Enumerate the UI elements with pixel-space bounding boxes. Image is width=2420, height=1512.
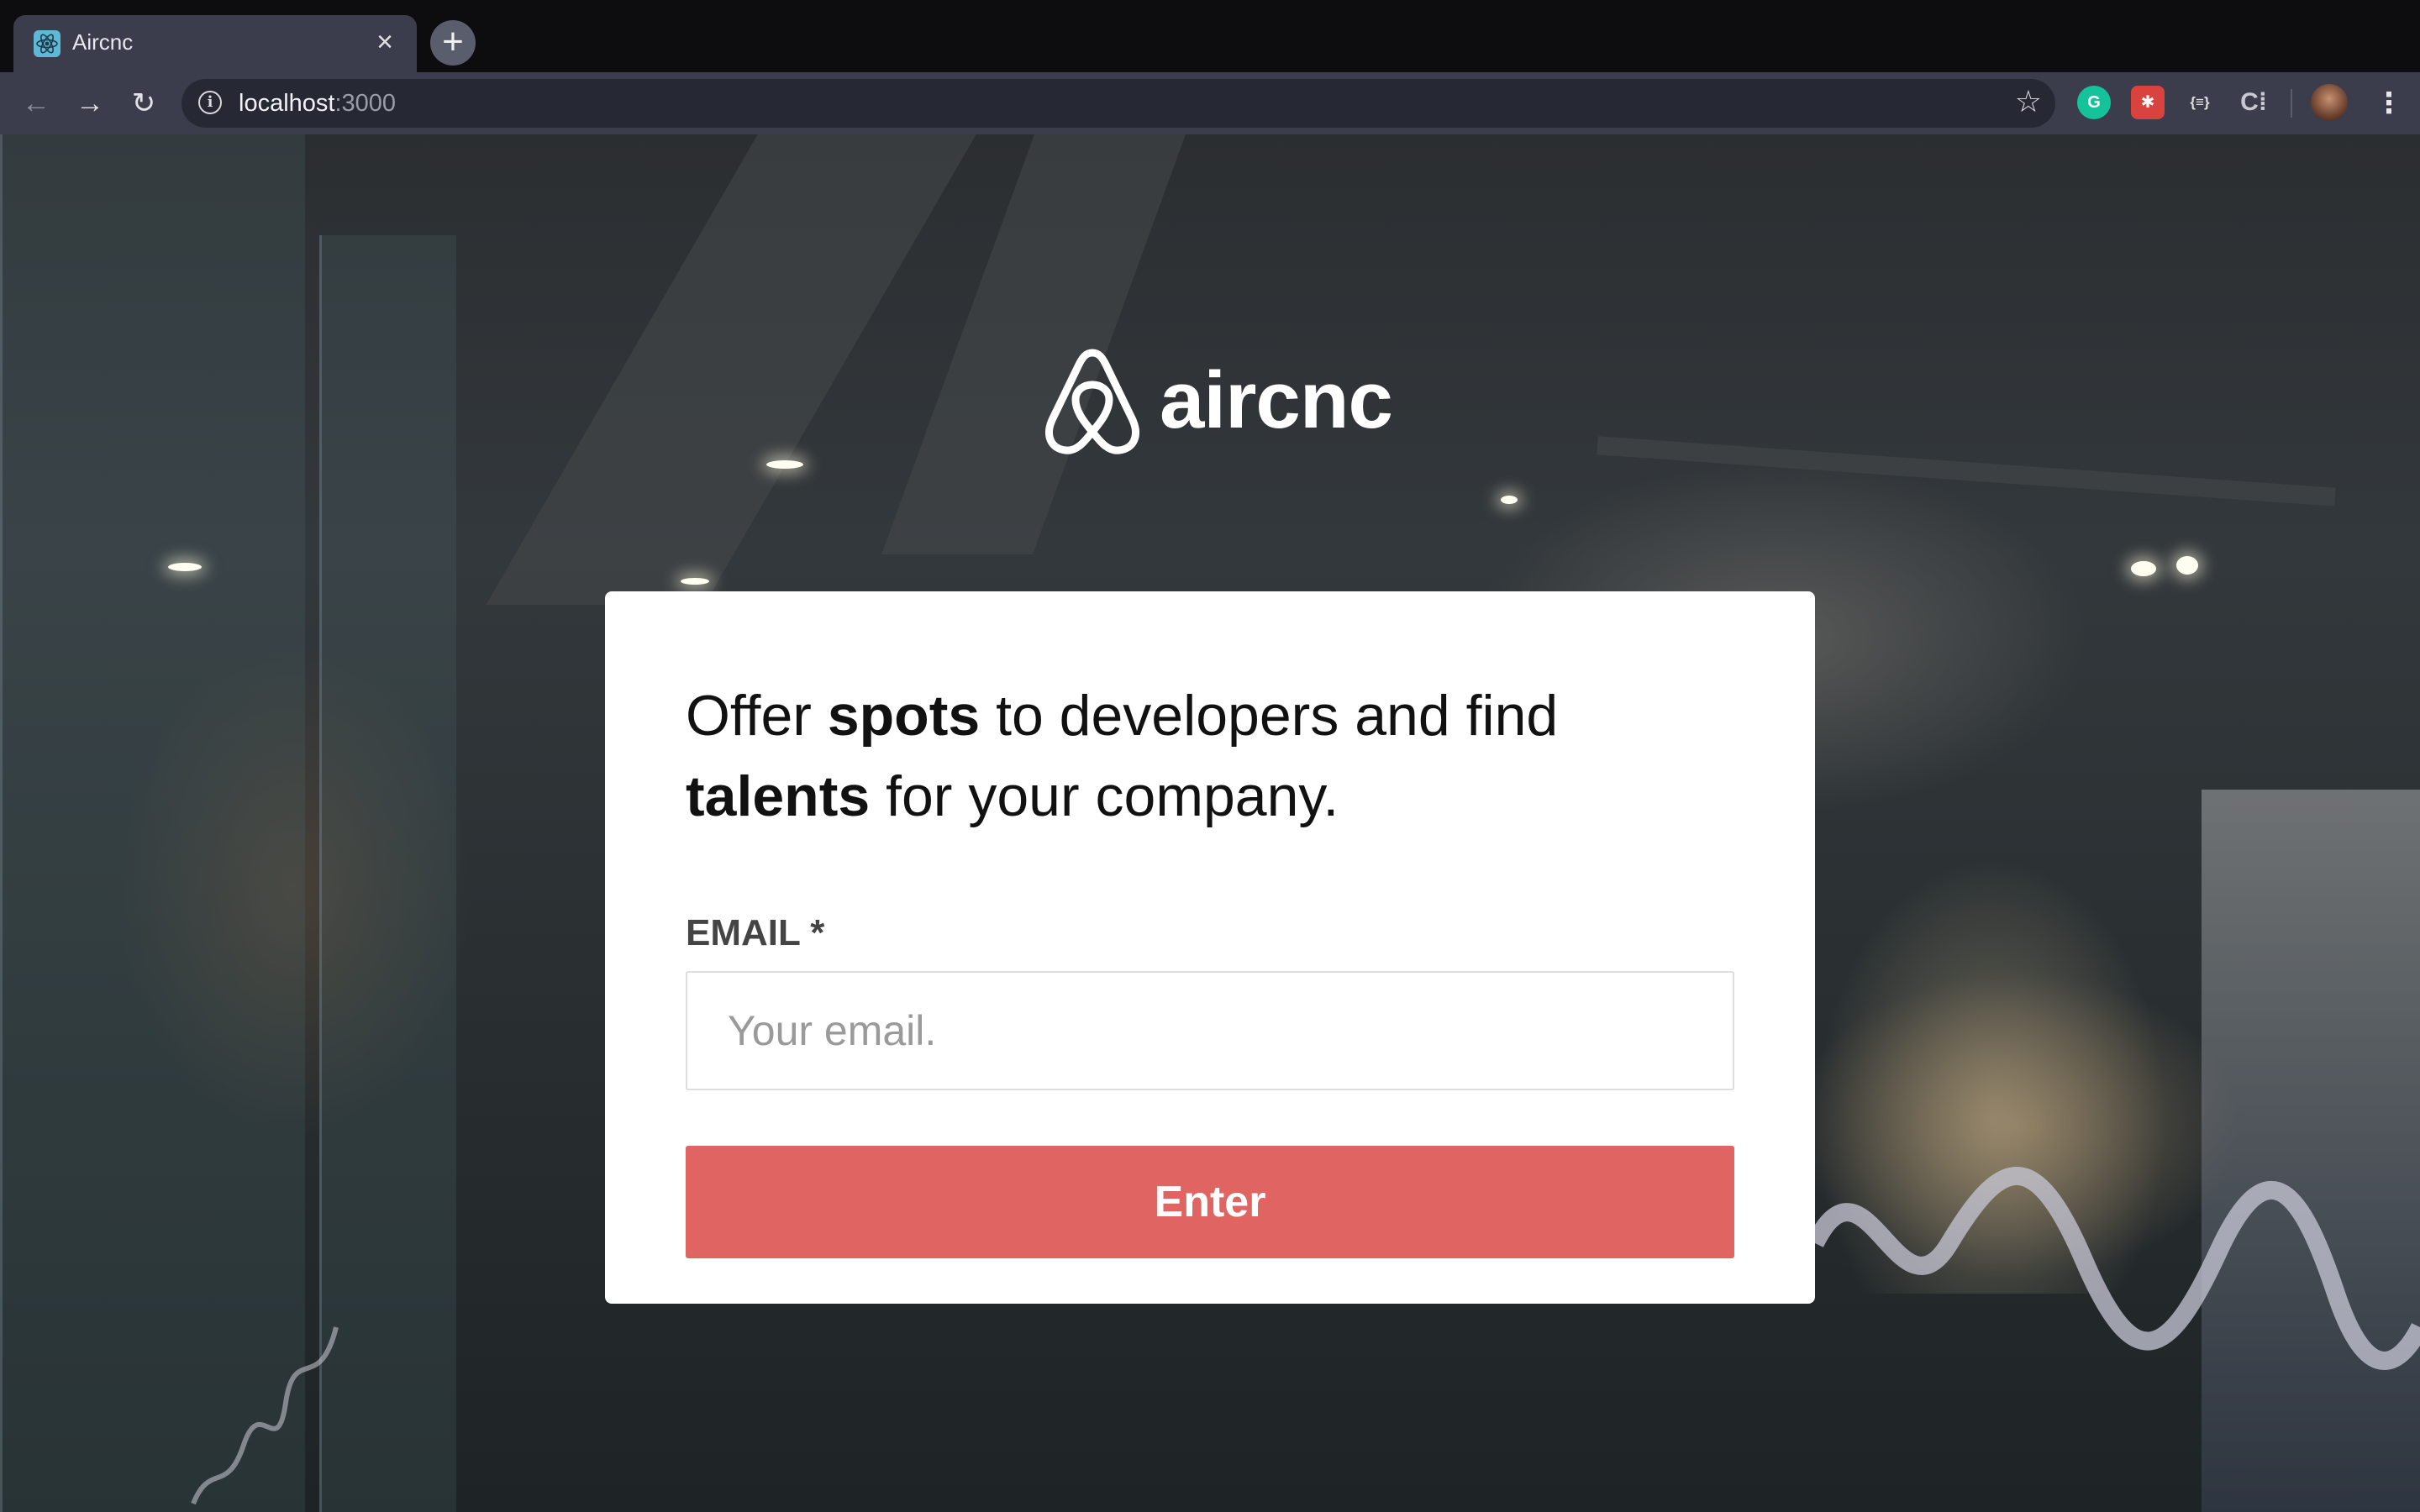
forward-button[interactable]: → bbox=[71, 84, 109, 123]
headline-text: for your company. bbox=[870, 764, 1339, 828]
browser-menu-icon[interactable]: ⋮ bbox=[2375, 84, 2403, 123]
headline: Offer spots to developers and find talen… bbox=[686, 675, 1744, 837]
airbnb-belo-icon bbox=[1045, 349, 1139, 454]
reload-button[interactable]: ↻ bbox=[124, 84, 163, 123]
browser-toolbar: ← → ↻ i localhost:3000 ☆ G ✱ {≡} C⁞ ⋮ bbox=[0, 72, 2420, 136]
headline-text: Offer bbox=[686, 684, 828, 748]
bookmark-star-icon[interactable]: ☆ bbox=[2015, 84, 2042, 119]
headline-bold-spots: spots bbox=[827, 684, 981, 748]
headline-bold-talents: talents bbox=[686, 764, 871, 828]
tab-title: Aircnc bbox=[72, 29, 134, 55]
enter-button[interactable]: Enter bbox=[686, 1146, 1734, 1258]
decorative-wave bbox=[1815, 1167, 2420, 1370]
url-port: :3000 bbox=[334, 90, 397, 117]
back-button[interactable]: ← bbox=[17, 84, 55, 123]
ceiling-light bbox=[766, 460, 803, 469]
url-text[interactable]: localhost:3000 bbox=[239, 90, 396, 118]
headline-text: to developers and find bbox=[980, 684, 1559, 748]
grammarly-icon[interactable]: G bbox=[2077, 86, 2111, 119]
new-tab-button[interactable]: + bbox=[430, 20, 476, 66]
profile-avatar[interactable] bbox=[2311, 84, 2348, 121]
browser-titlebar: Aircnc × + bbox=[0, 0, 2420, 72]
extension-c-icon[interactable]: C⁞ bbox=[2237, 86, 2270, 119]
signup-card: Offer spots to developers and find talen… bbox=[605, 591, 1815, 1304]
tab-close-icon[interactable]: × bbox=[371, 28, 398, 56]
ceiling-light bbox=[1501, 496, 1518, 504]
ceiling-track bbox=[1597, 436, 2336, 507]
toolbar-divider bbox=[2291, 89, 2292, 118]
email-label: EMAIL * bbox=[686, 912, 825, 953]
extension-red-icon[interactable]: ✱ bbox=[2131, 86, 2165, 119]
browser-tab-aircnc[interactable]: Aircnc × bbox=[13, 15, 417, 72]
react-favicon-icon bbox=[34, 30, 60, 57]
site-info-icon[interactable]: i bbox=[198, 91, 222, 114]
ceiling-light bbox=[681, 578, 709, 585]
decorative-wave bbox=[191, 1326, 339, 1505]
ceiling-light bbox=[2176, 556, 2198, 575]
page-background: aircnc Offer spots to developers and fin… bbox=[0, 134, 2420, 1512]
email-field[interactable] bbox=[686, 971, 1734, 1090]
address-bar[interactable]: i localhost:3000 ☆ bbox=[182, 79, 2055, 128]
logo-text: aircnc bbox=[1160, 355, 1393, 445]
aircnc-logo: aircnc bbox=[1042, 346, 1393, 455]
ceiling-light bbox=[168, 563, 202, 571]
ceiling-light bbox=[2131, 561, 2156, 576]
url-host: localhost bbox=[239, 90, 335, 117]
json-formatter-icon[interactable]: {≡} bbox=[2183, 86, 2217, 119]
